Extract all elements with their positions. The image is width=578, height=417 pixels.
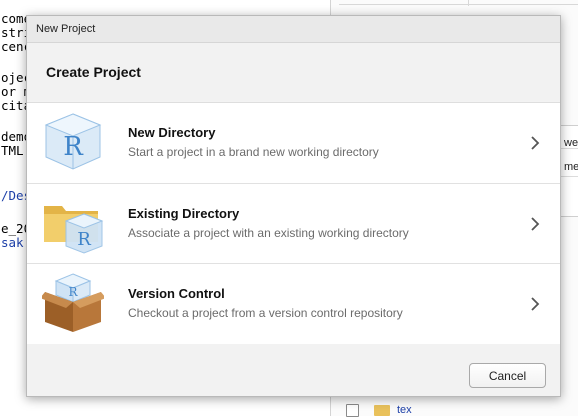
version-control-option[interactable]: R Version Control Checkout a project fro…	[27, 263, 560, 344]
project-type-list: R New Directory Start a project in a bra…	[27, 102, 560, 345]
new-directory-title: New Directory	[128, 125, 216, 140]
divider	[468, 0, 469, 6]
version-control-description: Checkout a project from a version contro…	[128, 306, 403, 320]
column-header: we	[564, 137, 578, 149]
version-control-title: Version Control	[128, 286, 225, 301]
file-checkbox[interactable]	[346, 404, 359, 417]
new-directory-option[interactable]: R New Directory Start a project in a bra…	[27, 103, 560, 183]
dialog-heading: Create Project	[27, 43, 560, 101]
column-header: me	[564, 161, 578, 173]
svg-text:R: R	[68, 285, 78, 299]
r-cube-icon: R	[44, 113, 102, 170]
file-name-link[interactable]: tex	[397, 404, 412, 416]
folder-icon	[374, 405, 390, 416]
dialog-titlebar[interactable]: New Project	[27, 16, 560, 43]
chevron-right-icon	[531, 297, 540, 311]
dialog-footer: Cancel	[27, 344, 560, 396]
svg-text:R: R	[77, 229, 91, 250]
create-project-heading: Create Project	[46, 64, 141, 80]
file-row[interactable]: tex	[346, 400, 446, 417]
chevron-right-icon	[531, 217, 540, 231]
divider	[339, 4, 578, 5]
new-directory-description: Start a project in a brand new working d…	[128, 145, 379, 159]
svg-text:R: R	[63, 132, 84, 162]
chevron-right-icon	[531, 136, 540, 150]
existing-directory-option[interactable]: R Existing Directory Associate a project…	[27, 183, 560, 264]
divider	[561, 176, 578, 177]
box-r-icon: R	[42, 273, 104, 332]
existing-directory-title: Existing Directory	[128, 206, 240, 221]
folder-r-icon: R	[44, 206, 104, 254]
cancel-button[interactable]: Cancel	[469, 363, 546, 388]
new-project-dialog: New Project Create Project R New Directo…	[26, 15, 561, 397]
console-line: TML	[1, 143, 24, 158]
dialog-title: New Project	[36, 23, 96, 35]
existing-directory-description: Associate a project with an existing wor…	[128, 226, 409, 240]
